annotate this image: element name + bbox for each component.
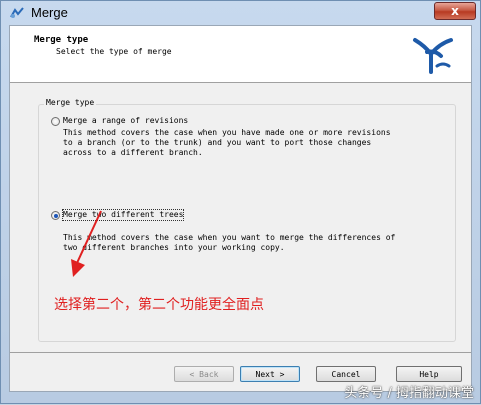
back-button[interactable]: < Back (174, 366, 234, 382)
option-label-merge-range[interactable]: Merge a range of revisions (63, 116, 188, 126)
page-subtitle: Select the type of merge (56, 47, 172, 56)
radio-merge-range[interactable] (51, 117, 60, 126)
annotation-text: 选择第二个，第二个功能更全面点 (54, 297, 264, 313)
title-bar[interactable]: Merge x (1, 1, 480, 25)
option-description-merge-range: This method covers the case when you hav… (63, 128, 391, 157)
close-button[interactable]: x (434, 2, 476, 20)
option-label-merge-two-trees[interactable]: Merge two different trees (61, 209, 185, 221)
page-title: Merge type (34, 35, 89, 45)
group-label: Merge type (44, 98, 97, 107)
window-title: Merge (31, 5, 68, 20)
cancel-button[interactable]: Cancel (316, 366, 376, 382)
merge-dialog-window: Merge x Merge type Select the type of me… (0, 0, 481, 404)
option-description-merge-two-trees: This method covers the case when you wan… (63, 233, 396, 252)
tortoisesvn-logo-icon (413, 38, 453, 74)
merge-app-icon (10, 7, 24, 18)
help-button[interactable]: Help (396, 366, 462, 382)
radio-merge-two-trees[interactable] (51, 211, 60, 220)
dialog-client-area: Merge type Select the type of merge Merg… (9, 25, 472, 392)
footer-separator (10, 352, 471, 353)
watermark-text: 头条号 / 拇指翻动课堂 (344, 386, 474, 401)
next-button[interactable]: Next > (240, 366, 300, 382)
wizard-header: Merge type Select the type of merge (10, 26, 471, 83)
